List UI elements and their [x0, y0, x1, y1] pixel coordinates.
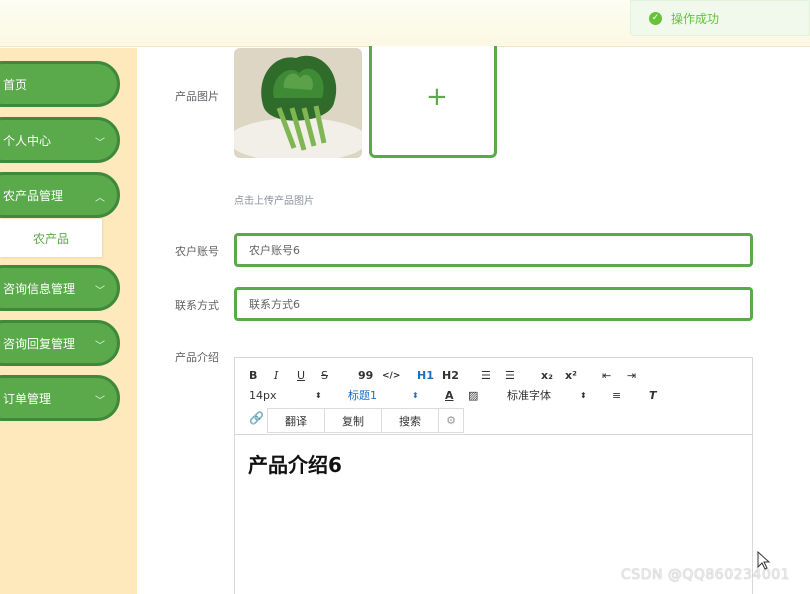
sidebar-item-label: 咨询信息管理 [3, 281, 76, 296]
heading2-button[interactable]: H2 [442, 366, 459, 386]
heading-select[interactable]: 标题1 [348, 386, 377, 406]
font-family-select-arrow-icon: ⬍ [580, 391, 587, 400]
rich-text-editor: B I U S 99 </> H1 H2 ☰ ☰ x₂ x² ⇤ ⇥ 14px … [234, 357, 753, 594]
font-color-icon[interactable]: A [445, 386, 454, 406]
editor-content-area[interactable]: 产品介绍6 [235, 434, 752, 478]
mouse-cursor-icon [757, 551, 771, 570]
success-toast: ✓ 操作成功 [630, 0, 810, 36]
sidebar-item-personal-center[interactable]: 个人中心 ﹀ [0, 117, 120, 163]
sidebar-item-consult-info[interactable]: 咨询信息管理 ﹀ [0, 265, 120, 311]
font-family-select[interactable]: 标准字体 [507, 386, 551, 406]
bold-button[interactable]: B [249, 366, 257, 386]
heading1-button[interactable]: H1 [417, 366, 434, 386]
sidebar-item-label: 农产品管理 [3, 188, 64, 203]
translate-button[interactable]: 翻译 [267, 408, 325, 433]
editor-toolbar-row-1: B I U S 99 </> H1 H2 ☰ ☰ x₂ x² ⇤ ⇥ [235, 366, 752, 386]
underline-button[interactable]: U [297, 366, 305, 386]
chevron-down-icon: ﹀ [95, 396, 105, 407]
chevron-down-icon: ﹀ [95, 138, 105, 149]
outdent-icon[interactable]: ⇤ [602, 366, 611, 386]
background-color-icon[interactable]: ▨ [468, 386, 478, 406]
copy-button[interactable]: 复制 [324, 408, 382, 433]
align-icon[interactable]: ≡ [612, 386, 621, 406]
sidebar-item-product-management[interactable]: 农产品管理 ︿ [0, 172, 120, 218]
bullet-list-icon[interactable]: ☰ [505, 366, 515, 386]
chevron-down-icon: ﹀ [95, 341, 105, 352]
chevron-up-icon: ︿ [95, 193, 105, 204]
subscript-button[interactable]: x₂ [541, 366, 553, 386]
strike-button[interactable]: S [321, 366, 328, 386]
sidebar-item-orders[interactable]: 订单管理 ﹀ [0, 375, 120, 421]
sidebar-item-label: 个人中心 [3, 133, 52, 148]
product-intro-label: 产品介绍 [175, 351, 219, 364]
indent-icon[interactable]: ⇥ [627, 366, 636, 386]
contact-value: 联系方式6 [249, 298, 300, 311]
sidebar-item-label: 咨询回复管理 [3, 336, 76, 351]
sidebar-item-consult-reply[interactable]: 咨询回复管理 ﹀ [0, 320, 120, 366]
contact-label: 联系方式 [175, 299, 219, 312]
contact-input[interactable]: 联系方式6 [234, 287, 753, 321]
font-size-select[interactable]: 14px [249, 386, 277, 406]
vegetable-image [234, 48, 362, 158]
farmer-account-input[interactable]: 农户账号6 [234, 233, 753, 267]
content-heading: 产品介绍6 [248, 453, 342, 477]
plus-icon: + [426, 82, 448, 112]
check-circle-icon: ✓ [649, 11, 662, 25]
product-image-label: 产品图片 [175, 90, 219, 103]
upload-hint: 点击上传产品图片 [234, 196, 314, 207]
heading-select-arrow-icon: ⬍ [412, 391, 419, 400]
blockquote-button[interactable]: 99 [358, 366, 373, 386]
sidebar-subitem-label: 农产品 [33, 231, 70, 246]
font-size-select-arrow-icon: ⬍ [315, 391, 322, 400]
image-upload-button[interactable]: + [369, 46, 497, 158]
editor-toolbar-row-2: 14px ⬍ 标题1 ⬍ A ▨ 标准字体 ⬍ ≡ T [235, 386, 752, 406]
sidebar-subitem-products[interactable]: 农产品 [0, 219, 102, 257]
farmer-account-label: 农户账号 [175, 245, 219, 258]
ordered-list-icon[interactable]: ☰ [481, 366, 491, 386]
sidebar-item-home[interactable]: 首页 [0, 61, 120, 107]
code-block-button[interactable]: </> [382, 366, 400, 386]
farmer-account-value: 农户账号6 [249, 244, 300, 257]
search-button[interactable]: 搜索 [381, 408, 439, 433]
sidebar-item-label: 订单管理 [3, 391, 52, 406]
superscript-button[interactable]: x² [565, 366, 577, 386]
italic-button[interactable]: I [274, 366, 278, 386]
toast-message: 操作成功 [671, 11, 720, 26]
product-image-thumbnail[interactable] [234, 48, 362, 158]
link-icon[interactable]: 🔗 [249, 408, 264, 428]
sidebar-item-label: 首页 [3, 77, 28, 92]
gear-icon[interactable]: ⚙ [438, 408, 464, 433]
clear-format-icon[interactable]: T [649, 386, 657, 406]
chevron-down-icon: ﹀ [95, 286, 105, 297]
